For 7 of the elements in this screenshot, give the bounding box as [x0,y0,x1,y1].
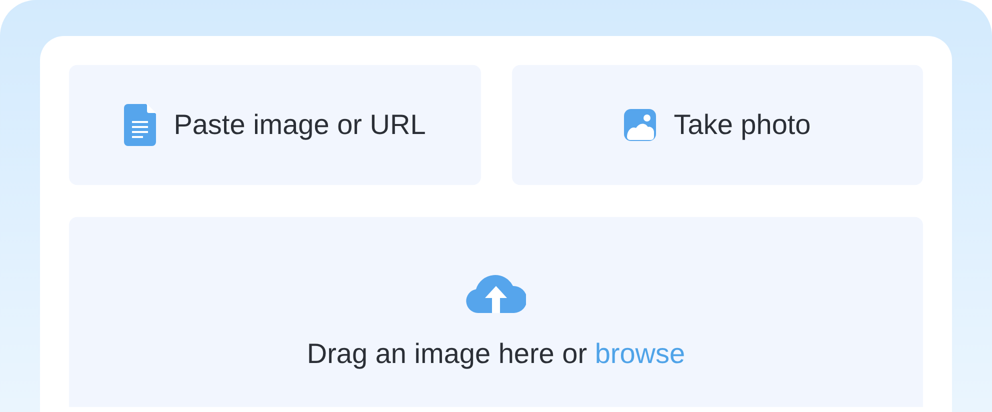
cloud-upload-icon [466,273,526,313]
image-icon [624,109,656,141]
document-icon [124,104,156,146]
drop-instructions: Drag an image here or browse [306,337,686,371]
take-photo-button[interactable]: Take photo [512,65,923,185]
paste-button[interactable]: Paste image or URL [69,65,480,185]
drop-zone[interactable]: Drag an image here or browse [69,217,923,407]
